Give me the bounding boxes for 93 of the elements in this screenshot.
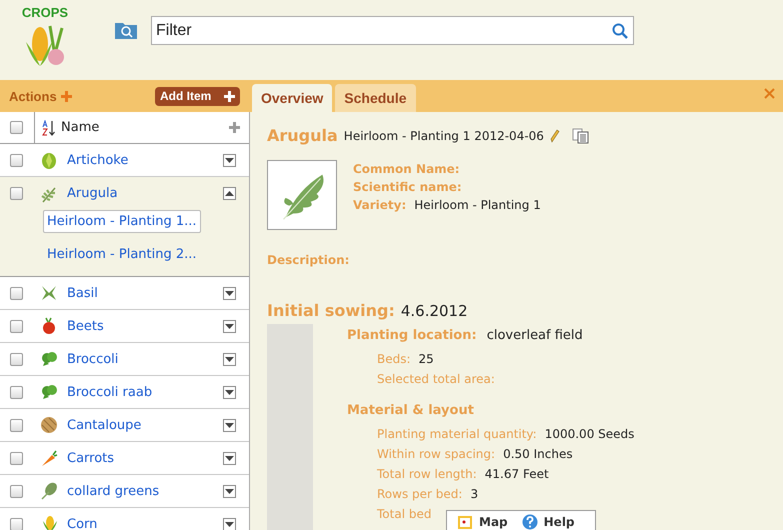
planting-item[interactable]: Heirloom - Planting 1... — [43, 210, 201, 233]
field-value: 1000.00 Seeds — [544, 427, 634, 441]
filter-field[interactable]: Filter — [151, 16, 634, 45]
expand-button[interactable] — [223, 320, 236, 332]
crop-name[interactable]: Broccoli raab — [67, 384, 223, 400]
checkbox[interactable] — [10, 418, 23, 432]
expand-button[interactable] — [223, 518, 236, 530]
crop-name[interactable]: Broccoli — [67, 352, 223, 366]
expand-button[interactable] — [223, 418, 236, 432]
crop-icon — [40, 350, 58, 368]
field-label: Selected total area: — [377, 372, 495, 386]
add-column-icon[interactable] — [229, 122, 240, 133]
crop-name[interactable]: Carrots — [67, 450, 223, 466]
checkbox[interactable] — [10, 320, 23, 332]
caret-icon — [225, 522, 234, 526]
caret-icon — [225, 290, 234, 296]
sowing-label: Initial sowing: — [267, 301, 395, 320]
material-heading: Material & layout — [347, 403, 475, 418]
crop-icon — [40, 317, 58, 335]
checkbox[interactable] — [10, 187, 23, 200]
field-label: Total bed — [377, 507, 432, 521]
checkbox[interactable] — [10, 154, 23, 166]
crop-icon — [40, 416, 58, 434]
crop-name[interactable]: Corn — [67, 516, 223, 530]
crop-icon — [40, 284, 58, 302]
tab[interactable]: Overview — [252, 84, 332, 112]
crop-icon — [40, 383, 58, 401]
caret-icon — [225, 356, 234, 362]
expand-button[interactable] — [223, 484, 236, 498]
field-value: 3 — [470, 487, 478, 501]
expand-button[interactable] — [223, 286, 236, 300]
field-label: Within row spacing: — [377, 447, 496, 461]
field-value: 0.50 Inches — [503, 447, 573, 461]
checkbox[interactable] — [10, 518, 23, 530]
caret-icon — [225, 422, 234, 428]
crop-name[interactable]: Basil — [67, 286, 223, 300]
field-label: Scientific name: — [353, 180, 462, 194]
checkbox[interactable] — [10, 484, 23, 498]
crop-icon — [40, 482, 58, 500]
crop-icon — [40, 151, 58, 169]
expand-button[interactable] — [223, 386, 236, 398]
crop-icon — [40, 449, 58, 467]
popup-button[interactable]: Map — [457, 514, 508, 530]
location-value: cloverleaf field — [486, 328, 583, 343]
plus-icon — [224, 90, 235, 102]
add-item-button[interactable]: Add Item — [155, 86, 240, 106]
expand-button[interactable] — [223, 452, 236, 464]
field-label: Beds: — [377, 352, 411, 366]
checkbox[interactable] — [10, 121, 23, 134]
checkbox[interactable] — [10, 352, 23, 366]
checkbox[interactable] — [10, 452, 23, 464]
caret-icon — [225, 158, 234, 162]
copy-icon[interactable] — [572, 128, 590, 144]
field-label: Total row length: — [377, 467, 477, 481]
field-value: Heirloom - Planting 1 — [414, 198, 541, 212]
caret-icon — [225, 390, 234, 394]
crop-name[interactable]: collard greens — [67, 484, 223, 498]
crop-name[interactable]: Artichoke — [67, 152, 223, 168]
field-value: 25 — [418, 352, 434, 366]
plus-icon — [60, 90, 72, 102]
location-label: Planting location: — [347, 328, 477, 343]
crop-title: Arugula — [267, 126, 338, 145]
sowing-date: 4.6.2012 — [400, 302, 468, 320]
crop-name[interactable]: Beets — [67, 318, 223, 334]
planting-item[interactable]: Heirloom - Planting 2... — [43, 243, 201, 266]
caret-icon — [225, 456, 234, 460]
caret-icon — [225, 191, 234, 196]
field-value: 41.67 Feet — [484, 467, 549, 481]
search-icon[interactable] — [612, 23, 628, 39]
caret-icon — [225, 324, 234, 328]
crop-name[interactable]: Cantaloupe — [67, 418, 223, 432]
crop-name[interactable]: Arugula — [67, 186, 223, 201]
caret-icon — [225, 488, 234, 494]
field-label: Rows per bed: — [377, 487, 462, 501]
crop-icon — [40, 515, 58, 530]
popup-button[interactable]: Help — [522, 514, 575, 530]
field-label: Common Name: — [353, 162, 460, 176]
expand-button[interactable] — [223, 154, 236, 166]
pencil-icon[interactable] — [550, 128, 560, 142]
tab[interactable]: Schedule — [335, 84, 416, 112]
expand-button[interactable] — [223, 352, 236, 366]
checkbox[interactable] — [10, 386, 23, 398]
description-label: Description: — [267, 253, 350, 267]
folder-search-icon[interactable] — [114, 20, 138, 40]
crop-icon — [40, 184, 58, 202]
field-label: Planting material quantity: — [377, 427, 537, 441]
checkbox[interactable] — [10, 286, 23, 300]
logo-text: CROPS — [22, 5, 68, 20]
field-label: Variety: — [353, 198, 406, 212]
column-header[interactable]: Name — [61, 120, 229, 135]
collapse-button[interactable] — [223, 187, 236, 200]
planting-subtitle: Heirloom - Planting 1 2012-04-06 — [344, 128, 544, 142]
sort-icon[interactable] — [41, 120, 57, 136]
